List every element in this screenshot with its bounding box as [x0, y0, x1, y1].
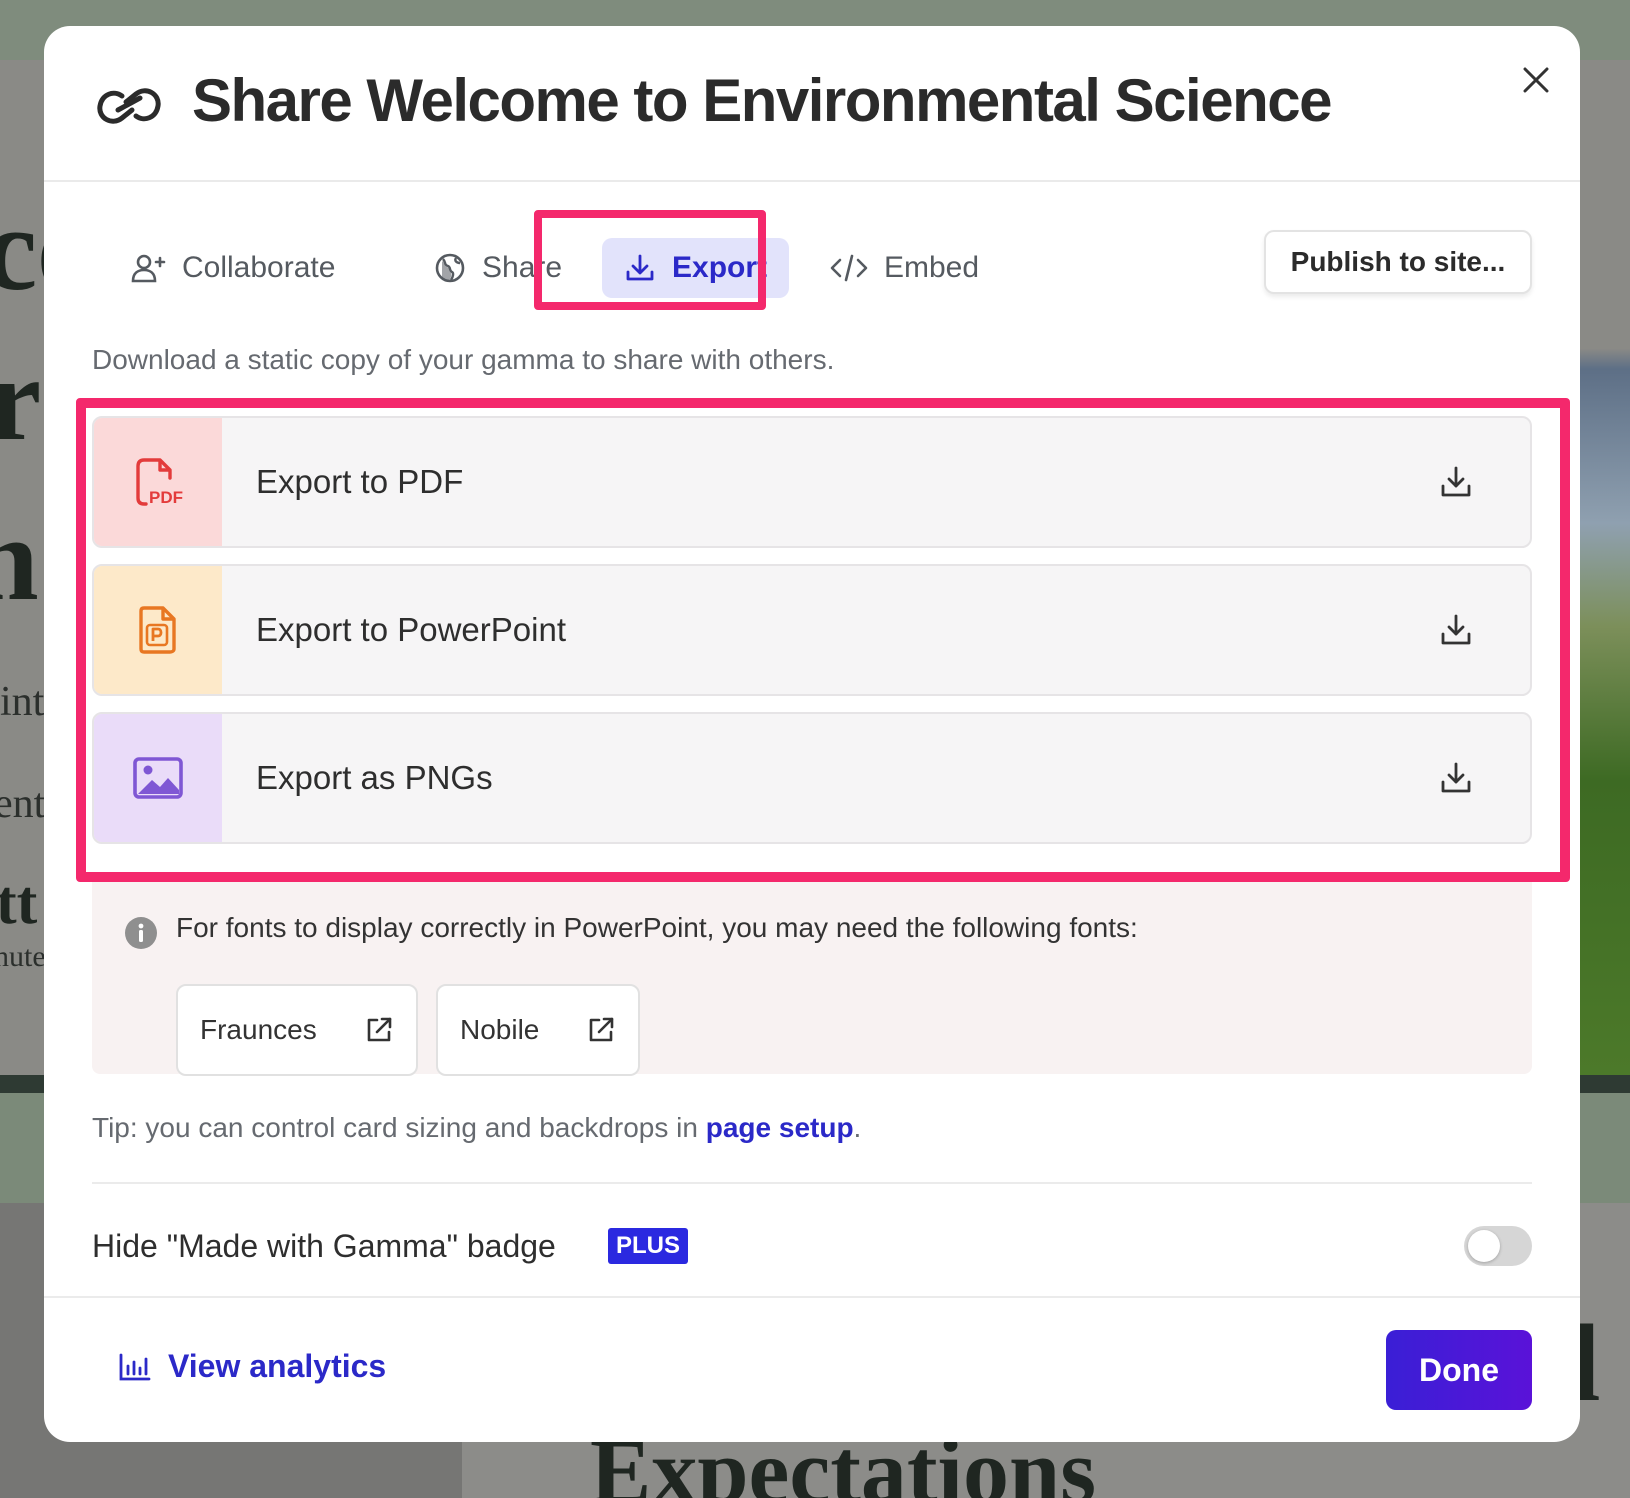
tab-embed[interactable]: Embed	[812, 238, 997, 298]
analytics-label: View analytics	[168, 1348, 387, 1384]
background-text: nute	[0, 940, 46, 973]
font-name: Nobile	[460, 1014, 540, 1045]
font-link-nobile[interactable]: Nobile	[436, 984, 640, 1076]
dialog-footer: View analytics Done	[44, 1296, 1580, 1442]
fonts-notice: For fonts to display correctly in PowerP…	[92, 882, 1532, 1076]
powerpoint-file-icon	[139, 606, 176, 654]
badge-setting-label: Hide "Made with Gamma" badge	[92, 1228, 556, 1264]
export-description: Download a static copy of your gamma to …	[92, 344, 835, 375]
export-pdf-option[interactable]: PDF Export to PDF	[92, 416, 1532, 548]
code-icon	[830, 254, 868, 282]
tab-label: Collaborate	[182, 251, 336, 284]
tab-label: Embed	[884, 251, 980, 284]
background-text: ent	[0, 781, 46, 827]
export-png-option[interactable]: Export as PNGs	[92, 712, 1532, 844]
globe-icon	[435, 253, 465, 283]
close-icon	[1523, 67, 1549, 93]
hide-badge-toggle[interactable]	[1464, 1226, 1532, 1266]
svg-text:PDF: PDF	[149, 488, 183, 507]
external-link-icon	[367, 1017, 392, 1042]
option-icon-box	[94, 714, 222, 842]
tab-share[interactable]: Share	[416, 238, 580, 298]
option-label: Export to PowerPoint	[256, 611, 566, 648]
image-icon	[133, 757, 183, 799]
export-powerpoint-option[interactable]: Export to PowerPoint	[92, 564, 1532, 696]
download-button[interactable]	[1426, 600, 1486, 660]
option-label: Export as PNGs	[256, 759, 493, 796]
background-text: tt	[0, 869, 38, 937]
option-icon-box	[94, 566, 222, 694]
dialog-title: Share Welcome to Environmental Science	[192, 67, 1332, 134]
tip-prefix: Tip: you can control card sizing and bac…	[92, 1112, 706, 1143]
publish-to-site-button[interactable]: Publish to site...	[1264, 230, 1532, 294]
dialog-header: Share Welcome to Environmental Science	[44, 26, 1580, 182]
download-button[interactable]	[1426, 748, 1486, 808]
tab-label: Export	[672, 251, 768, 284]
tip-suffix: .	[853, 1112, 862, 1143]
info-icon	[125, 917, 157, 949]
tab-export[interactable]: Export	[602, 238, 790, 298]
fonts-notice-text: For fonts to display correctly in PowerP…	[176, 912, 1138, 943]
done-button[interactable]: Done	[1386, 1330, 1532, 1410]
bar-chart-icon	[119, 1353, 151, 1380]
background-text: n	[0, 492, 39, 625]
download-icon	[1441, 466, 1471, 497]
tab-collaborate[interactable]: Collaborate	[112, 238, 353, 298]
option-icon-box: PDF	[94, 418, 222, 546]
user-plus-icon	[131, 254, 166, 283]
option-label: Export to PDF	[256, 463, 464, 500]
tip-text: Tip: you can control card sizing and bac…	[92, 1112, 861, 1144]
download-icon	[1441, 762, 1471, 793]
close-button[interactable]	[1510, 54, 1562, 106]
divider	[92, 1182, 1532, 1184]
plus-plan-badge: PLUS	[608, 1228, 689, 1264]
download-button[interactable]	[1426, 452, 1486, 512]
share-dialog: Share Welcome to Environmental Science C…	[44, 26, 1580, 1442]
download-icon	[1441, 614, 1471, 645]
download-icon	[626, 254, 654, 281]
tab-label: Share	[482, 251, 563, 284]
badge-setting-row: Hide "Made with Gamma" badge PLUS	[92, 1220, 1532, 1276]
font-name: Fraunces	[200, 1014, 317, 1045]
toggle-knob	[1468, 1230, 1500, 1262]
view-analytics-link[interactable]: View analytics	[118, 1348, 386, 1385]
link-icon	[97, 88, 161, 124]
pdf-file-icon: PDF	[136, 458, 183, 507]
external-link-icon	[589, 1017, 614, 1042]
background-text: int	[0, 679, 45, 725]
page-setup-link[interactable]: page setup	[706, 1112, 854, 1143]
font-link-fraunces[interactable]: Fraunces	[176, 984, 418, 1076]
background-text: r	[0, 332, 42, 465]
